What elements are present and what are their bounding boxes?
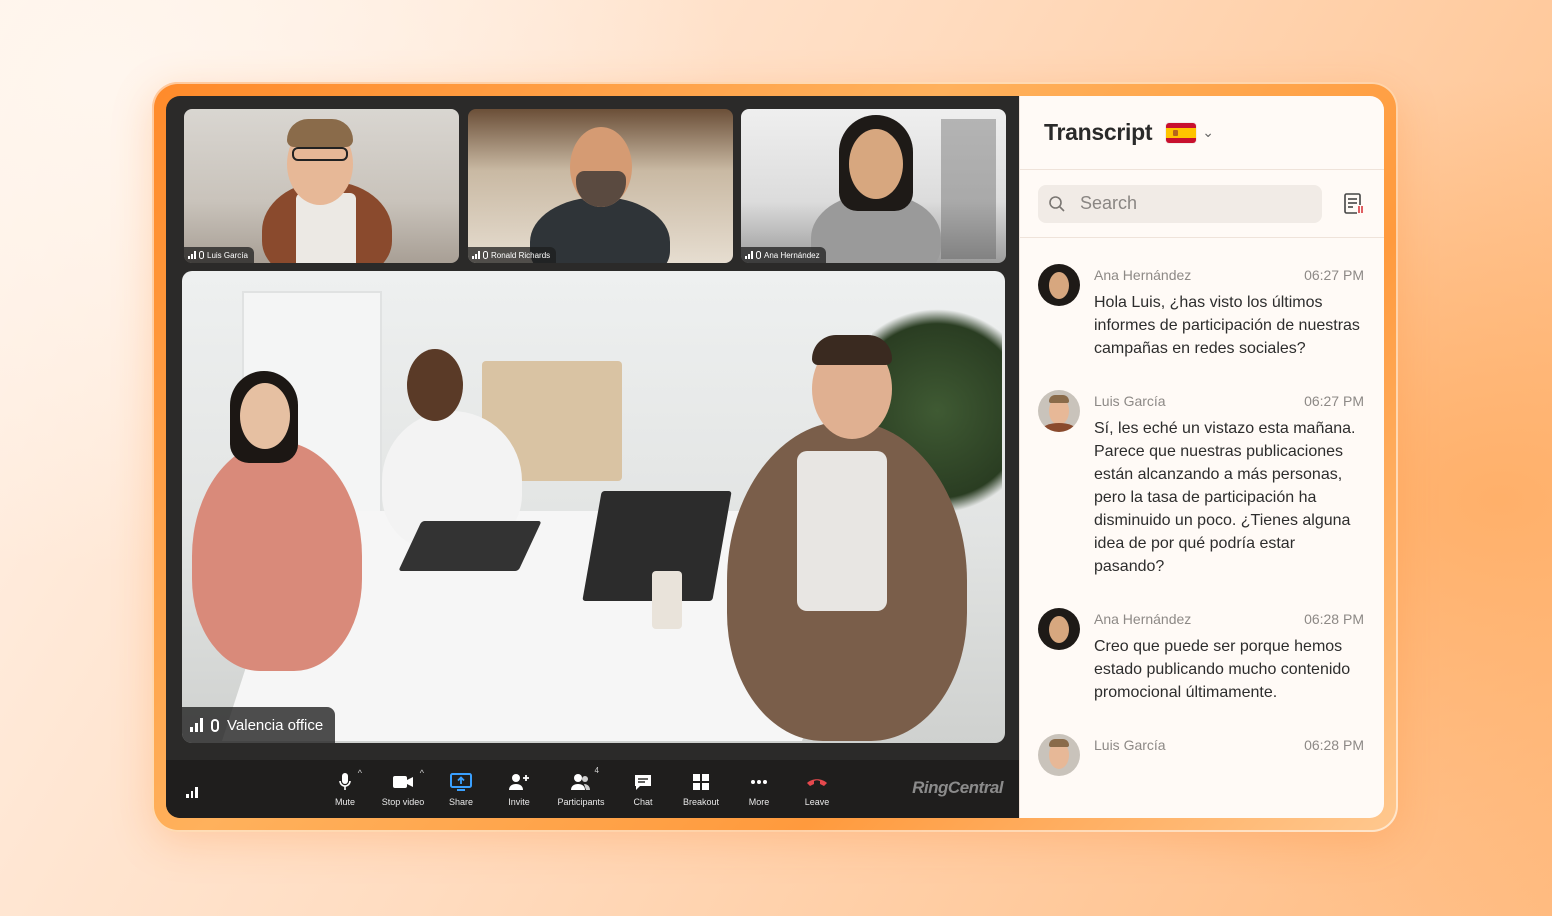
transcript-title: Transcript — [1044, 119, 1153, 145]
search-row — [1020, 170, 1384, 238]
participant-hair — [812, 335, 892, 365]
breakout-label: Breakout — [682, 796, 720, 807]
share-button[interactable]: Share — [432, 760, 490, 818]
mic-icon — [211, 718, 219, 732]
transcript-message: Luis García 06:28 PM — [1038, 730, 1364, 776]
coffee-cup — [652, 571, 682, 629]
tile-namebar: Luis García — [184, 247, 254, 263]
chevron-up-icon[interactable]: ^ — [420, 768, 424, 778]
transcript-message: Luis García 06:27 PM Sí, les eché un vist… — [1038, 386, 1364, 578]
signal-icon — [745, 251, 753, 259]
stop-video-label: Stop video — [381, 796, 425, 807]
breakout-button[interactable]: Breakout — [672, 760, 730, 818]
transcript-header: Transcript ⌄ — [1020, 96, 1384, 170]
participant-head — [849, 129, 903, 199]
participant-head — [407, 349, 463, 421]
video-tile-ronald[interactable]: Ronald Richards — [468, 109, 733, 263]
participant-head — [240, 383, 290, 449]
avatar — [1038, 608, 1080, 650]
tile-namebar: Ronald Richards — [468, 247, 557, 263]
video-camera-icon — [393, 775, 413, 788]
meeting-toolbar: ^ Mute ^ Stop video Share Invite 4 Parti… — [166, 760, 1019, 818]
participants-icon — [571, 773, 590, 790]
signal-icon — [190, 718, 203, 732]
search-box[interactable] — [1038, 184, 1322, 223]
microphone-icon — [339, 772, 351, 790]
search-input[interactable] — [1080, 193, 1280, 214]
speaker-name: Ana Hernández — [1094, 267, 1192, 283]
tile-namebar: Ana Hernández — [741, 247, 826, 263]
video-tile-ana[interactable]: Ana Hernández — [741, 109, 1006, 263]
transcript-message: Ana Hernández 06:27 PM Hola Luis, ¿has vi… — [1038, 260, 1364, 360]
signal-icon — [186, 787, 198, 798]
speaker-name: Luis García — [1094, 393, 1166, 409]
mute-label: Mute — [334, 796, 355, 807]
transcript-message: Ana Hernández 06:28 PM Creo que puede ser… — [1038, 604, 1364, 704]
ringcentral-logo: RingCentral — [912, 778, 1003, 797]
participants-button[interactable]: 4 Participants — [548, 760, 614, 818]
invite-button[interactable]: Invite — [490, 760, 548, 818]
hang-up-icon — [807, 778, 827, 786]
export-transcript-icon[interactable] — [1342, 192, 1366, 216]
more-label: More — [748, 796, 770, 807]
laptop — [398, 521, 542, 571]
transcript-panel: Transcript ⌄ Ana Hernández 06:27 PM Hola … — [1019, 96, 1384, 818]
participant-body — [192, 441, 362, 671]
meeting-app: Luis García Ronald Richards Ana Hernánde… — [166, 96, 1384, 818]
leave-label: Leave — [804, 796, 830, 807]
transcript-messages: Ana Hernández 06:27 PM Hola Luis, ¿has vi… — [1020, 238, 1384, 776]
search-icon — [1049, 195, 1065, 212]
avatar — [1038, 390, 1080, 432]
participant-shirt — [797, 451, 887, 611]
leave-button[interactable]: Leave — [788, 760, 846, 818]
add-person-icon — [509, 773, 529, 790]
participants-count: 4 — [594, 765, 599, 775]
speaker-name: Ana Hernández — [1094, 611, 1192, 627]
background-shelf — [941, 119, 996, 259]
share-label: Share — [448, 796, 474, 807]
message-text: Hola Luis, ¿has visto los últimos inform… — [1094, 294, 1360, 357]
participant-name: Ronald Richards — [491, 250, 551, 260]
participant-name: Ana Hernández — [764, 250, 820, 260]
share-screen-icon — [450, 772, 472, 791]
spain-flag-icon[interactable] — [1166, 122, 1197, 143]
signal-icon — [472, 251, 480, 259]
message-time: 06:28 PM — [1304, 737, 1364, 753]
glasses-icon — [292, 147, 348, 161]
message-text: Sí, les eché un vistazo esta mañana. Par… — [1094, 420, 1356, 575]
breakout-grid-icon — [693, 773, 709, 790]
message-time: 06:28 PM — [1304, 611, 1364, 627]
stop-video-button[interactable]: ^ Stop video — [374, 760, 432, 818]
chat-button[interactable]: Chat — [614, 760, 672, 818]
participant-name: Luis García — [207, 250, 248, 260]
room-name: Valencia office — [227, 716, 324, 734]
mic-icon — [756, 251, 761, 259]
more-button[interactable]: More — [730, 760, 788, 818]
message-time: 06:27 PM — [1304, 393, 1364, 409]
speaker-name: Luis García — [1094, 737, 1166, 753]
video-area: Luis García Ronald Richards Ana Hernánde… — [166, 96, 1019, 818]
message-time: 06:27 PM — [1304, 267, 1364, 283]
main-tile-namebar: Valencia office — [182, 707, 336, 743]
chat-label: Chat — [633, 796, 653, 807]
mic-icon — [483, 251, 488, 259]
signal-icon — [188, 251, 196, 259]
avatar — [1038, 734, 1080, 776]
chevron-down-icon[interactable]: ⌄ — [1202, 124, 1214, 141]
mic-icon — [199, 251, 204, 259]
avatar — [1038, 264, 1080, 306]
main-video-tile[interactable]: Valencia office — [182, 271, 1005, 743]
video-tile-luis[interactable]: Luis García — [184, 109, 459, 263]
chat-icon — [635, 774, 651, 790]
invite-label: Invite — [508, 796, 530, 807]
participant-hair — [287, 119, 353, 147]
participants-label: Participants — [557, 796, 605, 807]
message-text: Creo que puede ser porque hemos estado p… — [1094, 638, 1351, 701]
chevron-up-icon[interactable]: ^ — [358, 768, 362, 778]
mute-button[interactable]: ^ Mute — [316, 760, 374, 818]
more-dots-icon — [751, 779, 767, 784]
connection-signal[interactable] — [186, 785, 198, 803]
